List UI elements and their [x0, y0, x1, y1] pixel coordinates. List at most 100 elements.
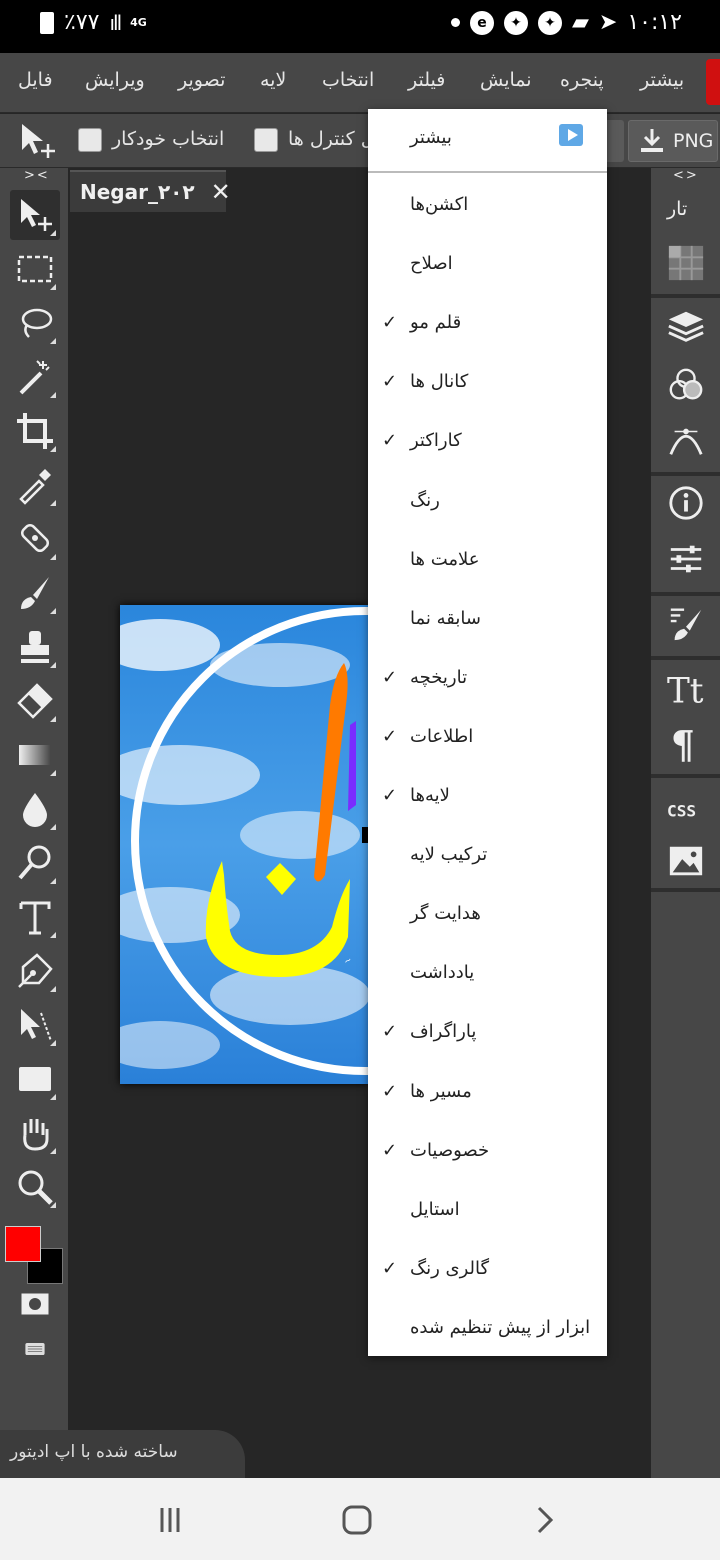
checkmark-icon: ✓: [382, 1080, 398, 1102]
options-bar: انتخاب خودکار ل کنترل ها PNG: [0, 114, 720, 168]
menu-file[interactable]: فایل: [18, 69, 53, 91]
home-icon[interactable]: [337, 1500, 377, 1540]
red-tab[interactable]: [706, 59, 720, 105]
blur-tool[interactable]: [10, 784, 60, 834]
svg-text:CSS: CSS: [667, 802, 696, 821]
svg-text:Tt: Tt: [667, 671, 704, 708]
transform-controls-checkbox[interactable]: [254, 128, 278, 152]
image-panel-icon[interactable]: [665, 840, 707, 882]
export-png-button[interactable]: PNG: [628, 120, 718, 162]
keyboard-icon[interactable]: [10, 1334, 60, 1364]
menu-item[interactable]: ✓ اطلاعات: [368, 710, 607, 768]
menu-filter[interactable]: فیلتر: [408, 69, 445, 91]
document-tab[interactable]: Negar_۲۰۲ ✕: [70, 170, 231, 212]
play-icon: [559, 124, 583, 146]
paths-panel-icon[interactable]: [665, 420, 707, 462]
eyedropper-tool[interactable]: [10, 460, 60, 510]
menu-edit[interactable]: ویرایش: [85, 69, 145, 91]
foreground-color-swatch[interactable]: [5, 1226, 41, 1262]
checkmark-icon: ✓: [382, 371, 398, 393]
menu-item[interactable]: ✓ مسیر ها: [368, 1065, 607, 1123]
channels-panel-icon[interactable]: [665, 364, 707, 406]
eraser-tool[interactable]: [10, 676, 60, 726]
menu-item[interactable]: اکشن‌ها: [368, 178, 607, 236]
menu-item-label: رنگ: [410, 489, 440, 511]
menu-item[interactable]: ✓ پاراگراف: [368, 1005, 607, 1063]
recent-apps-icon[interactable]: [150, 1500, 190, 1540]
magic-wand-tool[interactable]: [10, 352, 60, 402]
checkmark-icon: ✓: [382, 430, 398, 452]
menu-item[interactable]: ✓ لایه‌ها: [368, 769, 607, 827]
menu-item[interactable]: ✓ تاریخچه: [368, 651, 607, 709]
telegram-icon: ➤: [598, 10, 618, 35]
back-icon[interactable]: [524, 1500, 564, 1540]
watermark-pill: ساخته شده با اپ ادیتور: [0, 1430, 245, 1478]
adjustments-panel-icon[interactable]: [665, 538, 707, 580]
rectangle-tool[interactable]: [10, 1054, 60, 1104]
menu-item[interactable]: ✓ کاراکتر: [368, 414, 607, 472]
menu-item[interactable]: علامت ها: [368, 533, 607, 591]
menu-item[interactable]: سابقه نما: [368, 592, 607, 650]
menu-select[interactable]: انتخاب: [322, 69, 374, 91]
menu-item[interactable]: ✓ خصوصیات: [368, 1124, 607, 1182]
menu-item-label: لایه‌ها: [410, 785, 450, 806]
message-icon: ▰: [571, 10, 589, 35]
info-panel-icon[interactable]: [665, 482, 707, 524]
css-panel-icon[interactable]: CSS: [665, 788, 707, 830]
signal-icon: ıll: [109, 10, 122, 35]
paragraph-panel-icon[interactable]: ¶: [665, 722, 707, 764]
checkmark-icon: ✓: [382, 725, 398, 747]
hand-tool[interactable]: [10, 1108, 60, 1158]
pen-tool[interactable]: [10, 946, 60, 996]
menu-item-label: کانال ها: [410, 371, 469, 393]
dodge-tool[interactable]: [10, 838, 60, 888]
auto-select-checkbox[interactable]: [78, 128, 102, 152]
menu-item[interactable]: اصلاح: [368, 237, 607, 295]
brush-settings-panel-icon[interactable]: [665, 602, 707, 644]
export-format: PNG: [673, 130, 714, 152]
checkmark-icon: ✓: [382, 1021, 398, 1043]
network-type: 4G: [130, 16, 147, 29]
layers-panel-icon[interactable]: [665, 306, 707, 348]
expand-panels-icon[interactable]: <>: [673, 168, 699, 183]
marquee-tool[interactable]: [10, 244, 60, 294]
menu-item[interactable]: یادداشت: [368, 946, 607, 1004]
menu-more[interactable]: بیشتر: [640, 69, 684, 91]
collapse-toolbar-icon[interactable]: ><: [24, 168, 50, 183]
menu-item[interactable]: استایل: [368, 1183, 607, 1241]
menu-item[interactable]: رنگ: [368, 474, 607, 532]
menu-item[interactable]: ابزار از پیش تنظیم شده: [368, 1301, 607, 1359]
swatches-panel-icon[interactable]: [665, 242, 707, 284]
menu-item-label: ترکیب لایه: [410, 844, 488, 866]
quick-mask-icon[interactable]: [10, 1286, 60, 1322]
close-tab-icon[interactable]: ✕: [211, 178, 231, 206]
panel-label: تار: [667, 198, 688, 220]
document-canvas[interactable]: ~: [120, 605, 370, 1084]
stamp-tool[interactable]: [10, 622, 60, 672]
menu-window[interactable]: پنجره: [560, 69, 604, 91]
menu-item[interactable]: ✓ قلم مو: [368, 296, 607, 354]
brush-tool[interactable]: [10, 568, 60, 618]
battery-icon: [40, 11, 54, 34]
menu-item-label: یادداشت: [410, 962, 475, 984]
move-tool[interactable]: [10, 190, 60, 240]
healing-brush-tool[interactable]: [10, 514, 60, 564]
dropdown-header[interactable]: بیشتر: [368, 109, 607, 173]
menu-item[interactable]: ترکیب لایه: [368, 828, 607, 886]
status-bar: ٪۷۷ ıll 4G e ✦ ✦ ▰ ➤ ۱۰:۱۲: [0, 0, 720, 53]
type-tool[interactable]: [10, 892, 60, 942]
gradient-tool[interactable]: [10, 730, 60, 780]
path-selection-tool[interactable]: [10, 1000, 60, 1050]
menu-item[interactable]: هدایت گر: [368, 887, 607, 945]
menu-item[interactable]: ✓ گالری رنگ: [368, 1242, 607, 1300]
crop-tool[interactable]: [10, 406, 60, 456]
character-panel-icon[interactable]: Tt: [665, 668, 707, 710]
menu-layer[interactable]: لایه: [260, 69, 286, 91]
app-speed-icon-2: ✦: [537, 10, 562, 35]
menu-image[interactable]: تصویر: [178, 69, 225, 91]
lasso-tool[interactable]: [10, 298, 60, 348]
zoom-tool[interactable]: [10, 1162, 60, 1212]
menu-view[interactable]: نمایش: [480, 69, 532, 91]
menu-item[interactable]: ✓ کانال ها: [368, 355, 607, 413]
watermark-text: ساخته شده با اپ ادیتور: [10, 1442, 178, 1462]
